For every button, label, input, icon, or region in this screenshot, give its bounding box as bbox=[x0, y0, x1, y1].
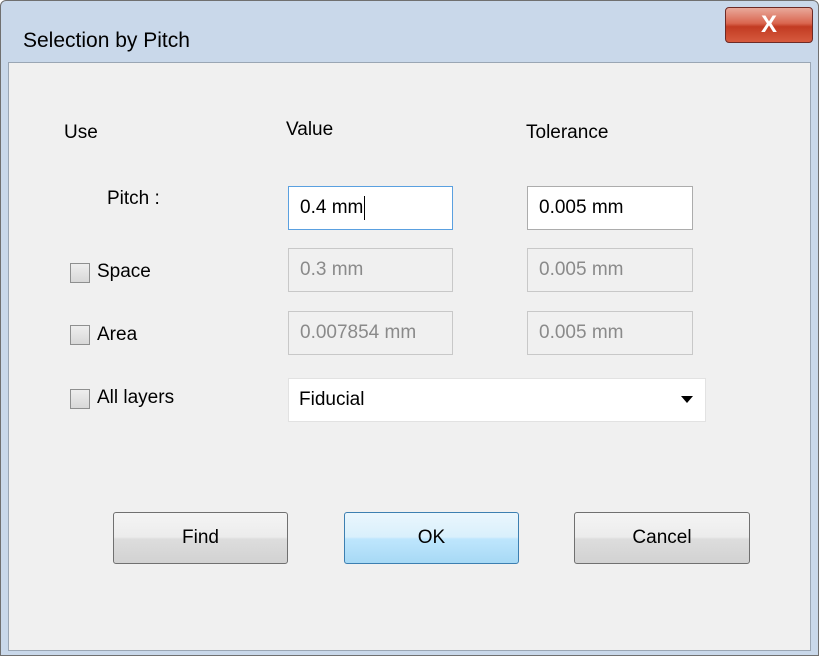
pitch-value-input[interactable]: 0.4 mm bbox=[288, 186, 453, 230]
space-tolerance-input: 0.005 mm bbox=[527, 248, 693, 292]
header-value: Value bbox=[286, 119, 334, 140]
text-caret bbox=[364, 195, 366, 220]
pitch-value-text: 0.4 mm bbox=[300, 197, 364, 218]
layer-dropdown-value: Fiducial bbox=[299, 389, 365, 410]
area-value-input: 0.007854 mm bbox=[288, 311, 453, 355]
close-icon: X bbox=[760, 11, 777, 38]
chevron-down-icon bbox=[681, 396, 693, 403]
all-layers-checkbox[interactable] bbox=[70, 389, 90, 409]
space-checkbox[interactable] bbox=[70, 263, 90, 283]
area-label: Area bbox=[97, 324, 138, 345]
header-tolerance: Tolerance bbox=[526, 122, 609, 143]
all-layers-label: All layers bbox=[97, 387, 175, 408]
title-bar[interactable]: Selection by Pitch X bbox=[1, 1, 818, 52]
pitch-tolerance-input[interactable]: 0.005 mm bbox=[527, 186, 693, 230]
cancel-button[interactable]: Cancel bbox=[574, 512, 750, 564]
layer-dropdown[interactable]: Fiducial bbox=[288, 378, 706, 422]
area-tolerance-input: 0.005 mm bbox=[527, 311, 693, 355]
space-value-input: 0.3 mm bbox=[288, 248, 453, 292]
header-use: Use bbox=[64, 122, 98, 143]
ok-button[interactable]: OK bbox=[344, 512, 519, 564]
close-button[interactable]: X bbox=[725, 7, 813, 43]
pitch-label: Pitch : bbox=[107, 188, 160, 209]
space-label: Space bbox=[97, 261, 151, 282]
dialog-title: Selection by Pitch bbox=[23, 29, 190, 52]
area-checkbox[interactable] bbox=[70, 325, 90, 345]
find-button[interactable]: Find bbox=[113, 512, 288, 564]
